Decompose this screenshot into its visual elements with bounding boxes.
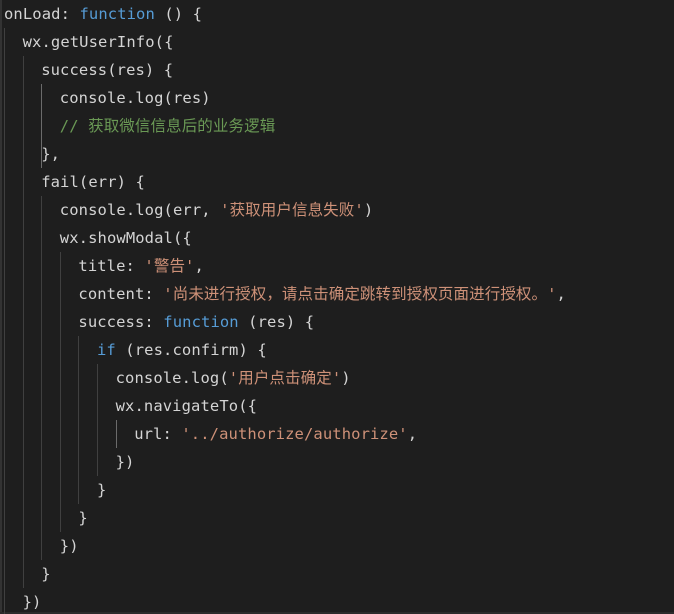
code-token-kw: function bbox=[79, 5, 155, 23]
code-token-plain: success(res) { bbox=[41, 61, 174, 79]
code-line[interactable]: wx.getUserInfo({ bbox=[0, 28, 674, 56]
code-token-plain: }, bbox=[41, 145, 61, 163]
code-line[interactable]: fail(err) { bbox=[0, 168, 674, 196]
code-line[interactable]: onLoad: function () { bbox=[0, 0, 674, 28]
code-token-plain: , bbox=[194, 257, 204, 275]
code-line[interactable]: }) bbox=[0, 588, 674, 614]
code-line[interactable]: console.log(err, '获取用户信息失败') bbox=[0, 196, 674, 224]
code-token-str: '用户点击确定' bbox=[228, 369, 342, 387]
code-token-plain: , bbox=[407, 425, 418, 443]
code-line[interactable]: wx.navigateTo({ bbox=[0, 392, 674, 420]
code-token-plain: wx.navigateTo({ bbox=[115, 397, 258, 415]
code-line[interactable]: title: '警告', bbox=[0, 252, 674, 280]
code-token-plain: console.log(err, bbox=[59, 201, 221, 219]
code-content[interactable]: onLoad: function () { wx.getUserInfo({ suc… bbox=[0, 0, 674, 614]
code-line[interactable]: }, bbox=[0, 140, 674, 168]
code-token-plain: title: bbox=[78, 257, 145, 275]
code-line[interactable]: }) bbox=[0, 448, 674, 476]
code-line[interactable]: console.log(res) bbox=[0, 84, 674, 112]
code-token-plain: wx.showModal({ bbox=[59, 229, 192, 247]
code-token-plain: }) bbox=[22, 593, 42, 611]
code-token-plain: console.log(res) bbox=[59, 89, 211, 107]
code-token-kw: if bbox=[97, 341, 116, 359]
code-token-kw: function bbox=[163, 313, 239, 331]
code-token-plain: }) bbox=[59, 537, 79, 555]
code-line[interactable]: } bbox=[0, 560, 674, 588]
code-token-plain: } bbox=[97, 481, 107, 499]
code-token-com: // 获取微信信息后的业务逻辑 bbox=[59, 117, 276, 135]
code-token-str: '获取用户信息失败' bbox=[220, 201, 364, 219]
code-token-punc: : bbox=[60, 5, 80, 23]
code-token-plain: , bbox=[556, 285, 566, 303]
code-token-punc: () { bbox=[154, 5, 203, 23]
code-line[interactable]: if (res.confirm) { bbox=[0, 336, 674, 364]
code-line[interactable]: console.log('用户点击确定') bbox=[0, 364, 674, 392]
code-line[interactable]: } bbox=[0, 504, 674, 532]
code-token-plain: success: bbox=[78, 313, 164, 331]
code-token-plain: fail(err) { bbox=[41, 173, 145, 191]
code-token-str: '警告' bbox=[144, 257, 195, 275]
code-line[interactable]: wx.showModal({ bbox=[0, 224, 674, 252]
code-token-plain: console.log( bbox=[115, 369, 229, 387]
code-token-plain: ) bbox=[363, 201, 374, 219]
code-token-plain: ) bbox=[341, 369, 351, 387]
code-token-plain: onLoad bbox=[4, 5, 61, 23]
code-editor[interactable]: onLoad: function () { wx.getUserInfo({ suc… bbox=[0, 0, 674, 614]
code-line[interactable]: // 获取微信信息后的业务逻辑 bbox=[0, 112, 674, 140]
code-token-plain: url: bbox=[134, 425, 182, 443]
code-line[interactable]: success(res) { bbox=[0, 56, 674, 84]
code-token-plain: } bbox=[41, 565, 51, 583]
code-token-plain: }) bbox=[115, 453, 135, 471]
code-token-plain: wx.getUserInfo({ bbox=[22, 33, 174, 51]
code-token-str: '../authorize/authorize' bbox=[181, 425, 408, 443]
code-token-plain: (res.confirm) { bbox=[115, 341, 267, 359]
code-line[interactable]: } bbox=[0, 476, 674, 504]
code-line[interactable]: }) bbox=[0, 532, 674, 560]
code-token-plain: content: bbox=[78, 285, 164, 303]
code-line[interactable]: content: '尚未进行授权，请点击确定跳转到授权页面进行授权。', bbox=[0, 280, 674, 308]
code-token-str: '尚未进行授权，请点击确定跳转到授权页面进行授权。' bbox=[163, 285, 557, 303]
code-token-plain: } bbox=[78, 509, 88, 527]
code-token-plain: (res) { bbox=[238, 313, 315, 331]
code-line[interactable]: url: '../authorize/authorize', bbox=[0, 420, 674, 448]
code-line[interactable]: success: function (res) { bbox=[0, 308, 674, 336]
